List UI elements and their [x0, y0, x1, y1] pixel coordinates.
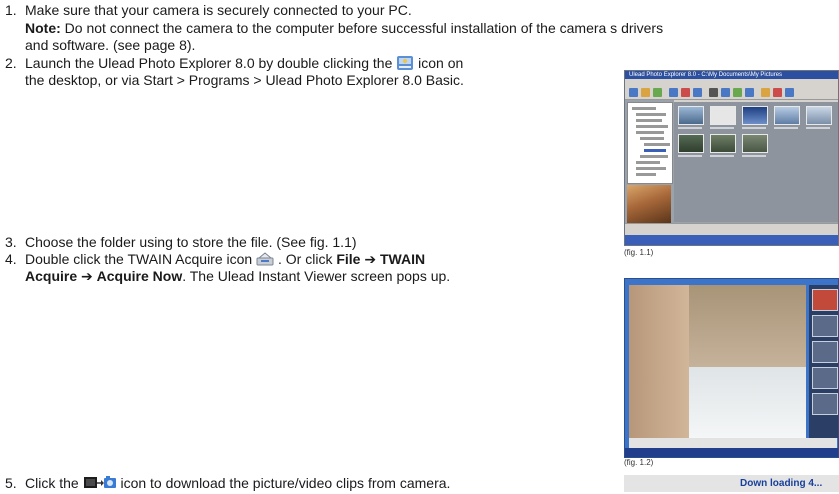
tree-item — [636, 167, 666, 170]
thumbnail — [812, 341, 838, 363]
thumbnail — [678, 134, 704, 153]
viewer-toolbar — [629, 438, 837, 448]
step-1: 1. Make sure that your camera is securely… — [5, 2, 412, 18]
preview-image — [627, 185, 671, 223]
tree-item — [636, 131, 664, 134]
thumbnail-strip — [809, 285, 838, 438]
menu-twain: TWAIN — [379, 251, 426, 267]
thumbnail-label — [678, 127, 702, 129]
tree-item — [636, 125, 668, 128]
preview-wall — [629, 285, 689, 438]
thumbnail-label — [710, 127, 734, 129]
step-number: 4. — [5, 251, 17, 267]
thumbnail — [812, 393, 838, 415]
step-text: . The Ulead Instant Viewer screen pops u… — [182, 268, 451, 284]
thumbnail — [812, 315, 838, 337]
tree-item — [636, 161, 660, 164]
thumbnail — [710, 134, 736, 153]
preview-wall — [689, 285, 806, 367]
fig-1-2-screenshot — [624, 278, 839, 458]
step-text: Click the — [25, 475, 79, 491]
step-text: Launch the Ulead Photo Explorer 8.0 by d… — [25, 55, 393, 71]
toolbar-icon — [709, 88, 718, 97]
arrow-glyph: ➔ — [81, 268, 93, 284]
thumbnail-label — [742, 127, 766, 129]
toolbar-icon — [745, 88, 754, 97]
step-text: icon to download the picture/video clips… — [120, 475, 451, 491]
thumbnail-label — [678, 155, 702, 157]
toolbar-icon — [629, 88, 638, 97]
toolbar-icon — [773, 88, 782, 97]
step-number: 5. — [5, 475, 17, 491]
tree-item — [636, 119, 662, 122]
toolbar-icon — [761, 88, 770, 97]
toolbar-icon — [681, 88, 690, 97]
toolbar — [625, 86, 838, 100]
download-status-screenshot: Down loading 4... — [624, 475, 839, 492]
toolbar-icon — [653, 88, 662, 97]
taskbar — [625, 448, 838, 457]
fig-1-1-screenshot: Ulead Photo Explorer 8.0 - C:\My Documen… — [624, 70, 839, 246]
tree-item — [644, 143, 670, 146]
menu-bar — [625, 79, 838, 86]
menu-file: File — [336, 251, 361, 267]
note-line-2: and software. (see page 8). — [25, 37, 195, 53]
menu-acquire: Acquire — [25, 268, 78, 284]
step-text: Make sure that your camera is securely c… — [25, 2, 412, 18]
menu-acquire-now: Acquire Now — [96, 268, 183, 284]
download-status-text: Down loading 4... — [740, 478, 823, 489]
fig-1-1-caption: (fig. 1.1) — [624, 248, 654, 257]
thumbnail — [742, 106, 768, 125]
toolbar-icon — [641, 88, 650, 97]
fig-1-2-caption: (fig. 1.2) — [624, 458, 654, 467]
step-3: 3. Choose the folder using to store the f… — [5, 234, 357, 250]
camera-download-icon — [83, 475, 117, 494]
arrow-glyph: ➔ — [364, 251, 377, 267]
tree-item — [640, 137, 664, 140]
step-number: 1. — [5, 2, 17, 18]
window-title: Ulead Photo Explorer 8.0 - C:\My Documen… — [629, 72, 783, 78]
step-2-cont: the desktop, or via Start > Programs > U… — [25, 72, 464, 88]
toolbar-icon — [669, 88, 678, 97]
thumbnail — [806, 106, 832, 125]
step-5: 5. Click the icon to download the picture… — [5, 475, 450, 494]
note-text: Do not connect the camera to the compute… — [64, 20, 664, 36]
thumbnail — [812, 367, 838, 389]
note-label: Note: — [25, 20, 61, 36]
step-number: 2. — [5, 55, 17, 71]
camera-preview — [629, 285, 806, 438]
tree-item — [636, 113, 666, 116]
thumbnail — [710, 106, 736, 125]
step-text: icon on — [418, 55, 464, 71]
step-text: Double click the TWAIN Acquire icon — [25, 251, 253, 267]
thumbnail-label — [710, 155, 734, 157]
window-titlebar: Ulead Photo Explorer 8.0 - C:\My Documen… — [625, 71, 838, 79]
thumbnail-label — [774, 127, 798, 129]
thumbnail-label — [742, 155, 766, 157]
step-text: the desktop, or via Start > Programs > U… — [25, 72, 464, 88]
step-text: Choose the folder using to store the fil… — [25, 234, 357, 250]
tree-item — [640, 155, 668, 158]
folder-tree — [627, 102, 673, 184]
thumbnail — [742, 134, 768, 153]
taskbar — [625, 235, 838, 245]
step-number: 3. — [5, 234, 17, 250]
toolbar-icon — [693, 88, 702, 97]
thumbnail — [774, 106, 800, 125]
tree-item-selected — [644, 149, 666, 152]
toolbar-icon — [721, 88, 730, 97]
tree-item — [632, 107, 656, 110]
note-line: Note: Do not connect the camera to the c… — [25, 20, 663, 36]
step-text: . Or click — [278, 251, 333, 267]
thumbnail — [812, 289, 838, 311]
note-text-2: and software. (see page 8). — [25, 37, 196, 53]
thumbnail-grid — [674, 102, 838, 222]
thumbnail — [678, 106, 704, 125]
tree-item — [636, 173, 656, 176]
toolbar-icon — [785, 88, 794, 97]
step-4-cont: Acquire ➔ Acquire Now. The Ulead Instant… — [25, 268, 450, 284]
preview-floor — [689, 367, 806, 438]
toolbar-icon — [733, 88, 742, 97]
thumbnail-label — [806, 127, 830, 129]
